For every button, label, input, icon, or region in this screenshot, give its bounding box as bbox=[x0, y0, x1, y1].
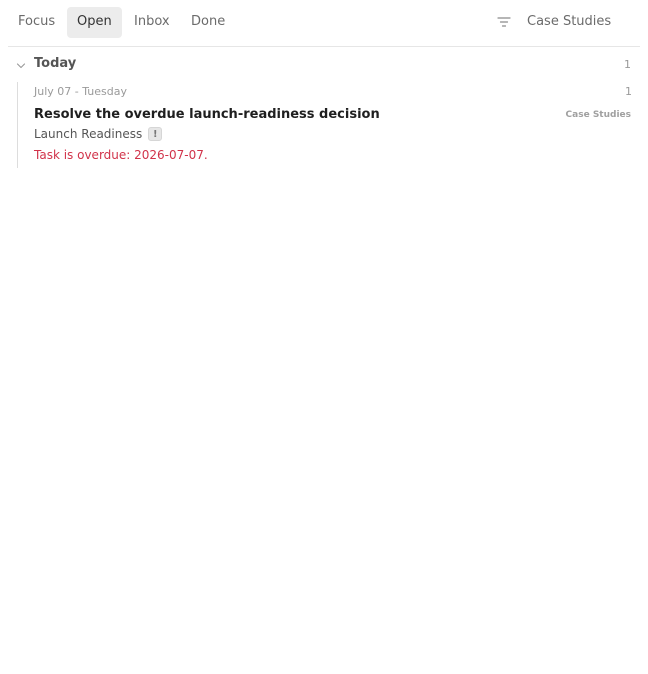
day-count: 1 bbox=[625, 85, 632, 98]
project-selector[interactable]: Case Studies bbox=[527, 7, 611, 38]
task-title[interactable]: Resolve the overdue launch-readiness dec… bbox=[34, 107, 380, 122]
priority-badge: ! bbox=[148, 127, 163, 141]
tab-focus[interactable]: Focus bbox=[8, 7, 65, 38]
task-project-tag: Case Studies bbox=[565, 110, 631, 120]
task-meta-row: Launch Readiness ! bbox=[34, 126, 163, 142]
group-header-today[interactable]: Today 1 bbox=[14, 54, 638, 76]
tab-open[interactable]: Open bbox=[67, 7, 122, 38]
tab-done[interactable]: Done bbox=[181, 7, 235, 38]
day-section: July 07 - Tuesday 1 Resolve the overdue … bbox=[17, 82, 638, 168]
task-item[interactable]: Resolve the overdue launch-readiness dec… bbox=[34, 104, 634, 166]
top-toolbar: Focus Open Inbox Done Case Studies bbox=[8, 0, 640, 47]
group-title: Today bbox=[34, 56, 77, 71]
task-area: Launch Readiness bbox=[34, 127, 143, 141]
day-label: July 07 - Tuesday bbox=[34, 85, 127, 98]
filter-icon[interactable] bbox=[496, 14, 512, 30]
task-app: Focus Open Inbox Done Case Studies Today… bbox=[0, 0, 648, 674]
overdue-warning: Task is overdue: 2026-07-07. bbox=[34, 148, 208, 162]
chevron-down-icon[interactable] bbox=[15, 60, 27, 72]
group-count: 1 bbox=[624, 58, 631, 71]
tab-inbox[interactable]: Inbox bbox=[124, 7, 180, 38]
